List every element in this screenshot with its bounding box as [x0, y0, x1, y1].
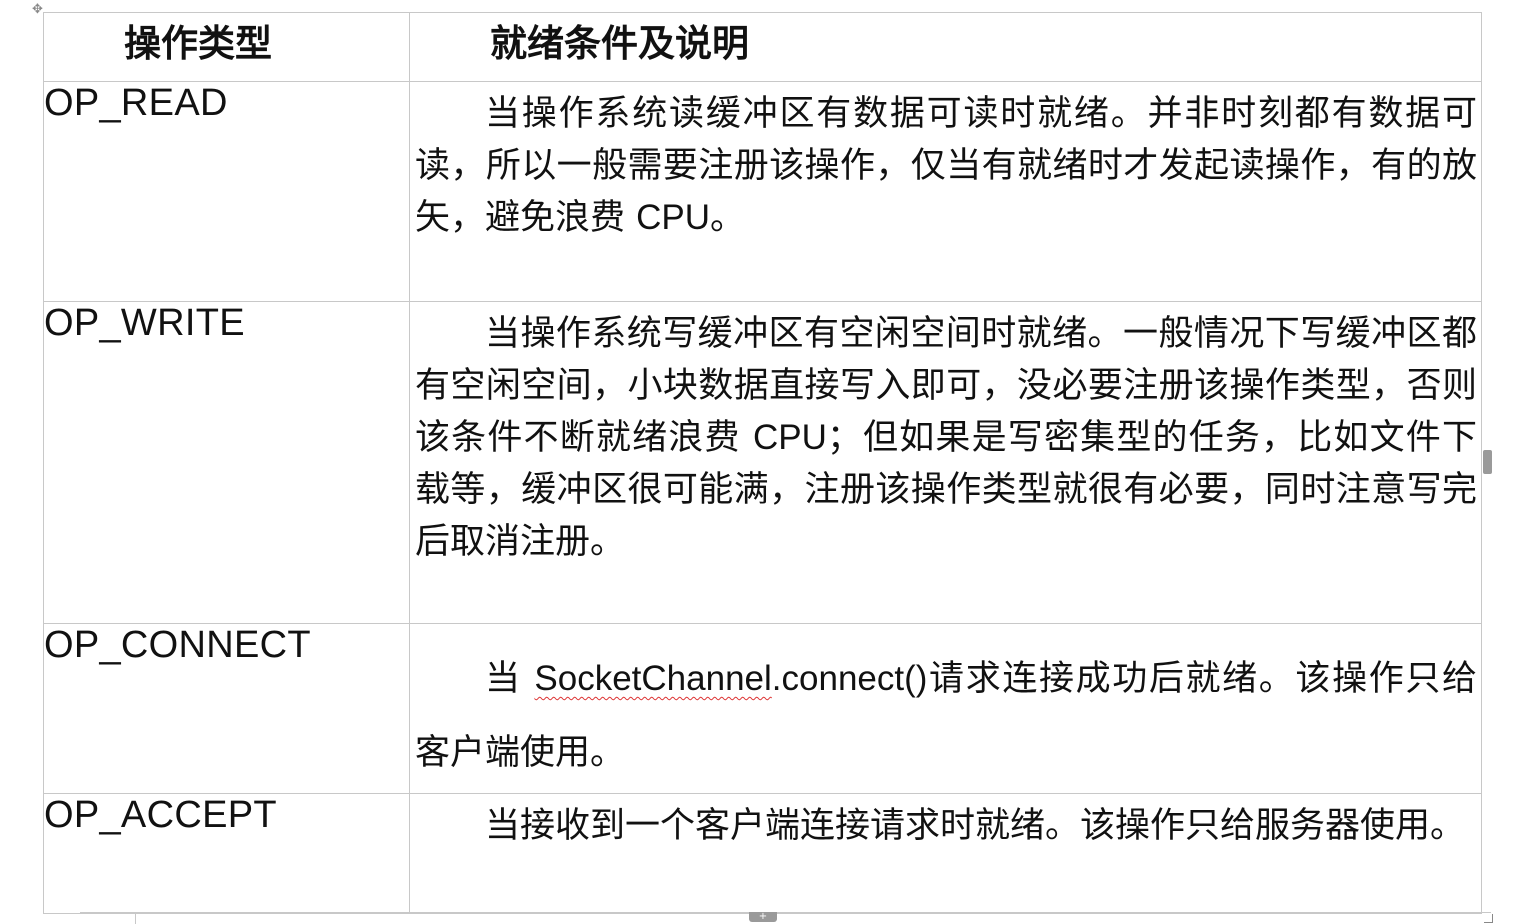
- table-row: OP_WRITE 当操作系统写缓冲区有空闲空间时就绪。一般情况下写缓冲区都有空闲…: [43, 301, 1482, 624]
- desc-cpu: CPU: [752, 418, 827, 457]
- add-row-handle-icon[interactable]: +: [749, 912, 777, 922]
- op-name: OP_READ: [43, 81, 410, 302]
- op-description: 当操作系统读缓冲区有数据可读时就绪。并非时刻都有数据可读，所以一般需要注册该操作…: [410, 82, 1481, 244]
- desc-text: 当操作系统读缓冲区有数据可读时就绪。并非时刻都有数据可读，所以一般需要注册该操作…: [415, 94, 1477, 238]
- op-name: OP_WRITE: [43, 301, 410, 624]
- ready-ops-table: 操作类型 就绪条件及说明 OP_READ 当操作系统读缓冲区有数据可读时就绪。并…: [43, 12, 1482, 914]
- op-name: OP_ACCEPT: [43, 793, 410, 914]
- header-ready-condition: 就绪条件及说明: [409, 12, 1482, 82]
- desc-code-class: SocketChannel: [534, 659, 772, 698]
- op-description-cell: 当接收到一个客户端连接请求时就绪。该操作只给服务器使用。: [409, 793, 1482, 914]
- desc-code-method: .connect(): [771, 659, 928, 698]
- header-op-type: 操作类型: [43, 12, 410, 82]
- column-marker: [135, 912, 136, 924]
- op-description: 当接收到一个客户端连接请求时就绪。该操作只给服务器使用。: [485, 806, 1466, 846]
- table-row: OP_ACCEPT 当接收到一个客户端连接请求时就绪。该操作只给服务器使用。: [43, 793, 1482, 914]
- op-name: OP_CONNECT: [43, 623, 410, 794]
- table-resize-corner-icon[interactable]: [1484, 914, 1493, 923]
- op-description-cell: 当操作系统写缓冲区有空闲空间时就绪。一般情况下写缓冲区都有空闲空间，小块数据直接…: [409, 301, 1482, 624]
- desc-text: 当: [485, 659, 535, 699]
- table-row: OP_READ 当操作系统读缓冲区有数据可读时就绪。并非时刻都有数据可读，所以一…: [43, 81, 1482, 302]
- op-description-cell: 当 SocketChannel.connect()请求连接成功后就绪。该操作只给…: [409, 623, 1482, 794]
- op-description-cell: 当操作系统读缓冲区有数据可读时就绪。并非时刻都有数据可读，所以一般需要注册该操作…: [409, 81, 1482, 302]
- desc-text-end: 。: [710, 198, 746, 238]
- desc-cpu: CPU: [636, 198, 711, 237]
- op-description: 当 SocketChannel.connect()请求连接成功后就绪。该操作只给…: [410, 624, 1481, 790]
- table-header-row: 操作类型 就绪条件及说明: [43, 12, 1482, 82]
- op-description: 当操作系统写缓冲区有空闲空间时就绪。一般情况下写缓冲区都有空闲空间，小块数据直接…: [410, 302, 1481, 568]
- table-bottom-guide: [80, 912, 1491, 913]
- row-resize-handle-icon[interactable]: [1483, 450, 1492, 474]
- table-row: OP_CONNECT 当 SocketChannel.connect()请求连接…: [43, 623, 1482, 794]
